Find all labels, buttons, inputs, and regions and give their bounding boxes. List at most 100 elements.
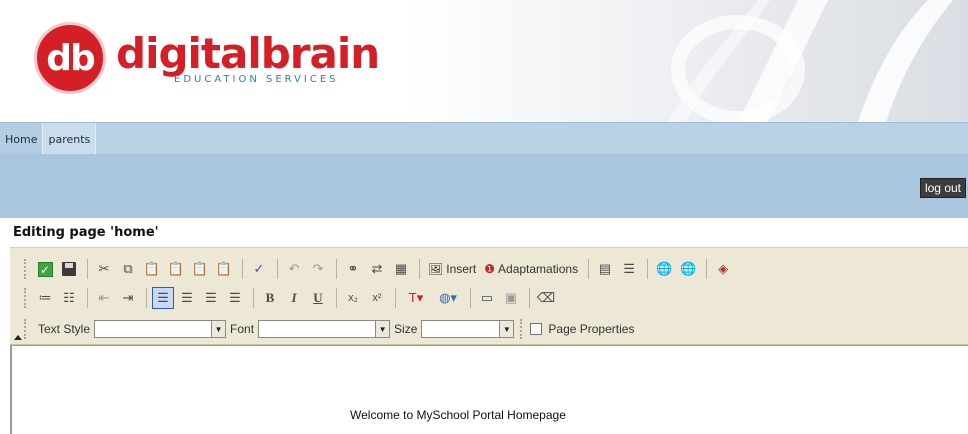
chevron-down-icon[interactable]: ▼ [375, 321, 390, 337]
horizontal-rule-button[interactable]: ☰ [618, 258, 640, 280]
text-style-value [95, 321, 211, 337]
size-label: Size [394, 322, 418, 336]
logo-tagline: EDUCATION SERVICES [174, 73, 339, 85]
spellcheck-icon: ✓ [253, 261, 265, 276]
save-button[interactable] [58, 258, 80, 280]
logout-button[interactable]: log out [919, 178, 966, 198]
editor-content-text[interactable]: Welcome to MySchool Portal Homepage [350, 408, 566, 422]
toolbar-separator [87, 288, 88, 308]
cut-button[interactable]: ✂ [93, 258, 115, 280]
subscript-button[interactable]: x₂ [342, 287, 364, 309]
paste-text-button[interactable]: 📋 [165, 258, 187, 280]
table-button[interactable]: ▤ [594, 258, 616, 280]
toolbar-row-2: ≔ ☷ ⇤ ⇥ ☰ ☰ ☰ ☰ B I U x₂ x² T▾ ◍▾ ▭ ▣ ⌫ [24, 285, 559, 311]
align-left-button[interactable]: ☰ [152, 287, 174, 309]
adaptamations-button[interactable]: ❶ Adaptamations [481, 258, 581, 280]
template-icon: ▣ [504, 290, 518, 305]
editor-content-area[interactable]: Welcome to MySchool Portal Homepage [10, 345, 968, 434]
header: db digitalbrain EDUCATION SERVICES [0, 0, 968, 122]
indent-button[interactable]: ⇥ [117, 287, 139, 309]
bullet-list-icon: ☷ [63, 290, 75, 305]
numbered-list-button[interactable]: ≔ [34, 287, 56, 309]
tab-home[interactable]: Home [0, 123, 44, 155]
spellcheck-button[interactable]: ✓ [248, 258, 270, 280]
font-select[interactable]: ▼ [258, 320, 391, 338]
subscript-icon: x₂ [348, 292, 358, 304]
size-select[interactable]: ▼ [421, 320, 515, 338]
approve-button[interactable]: ✓ [34, 258, 56, 280]
paste-icon: 📋 [143, 261, 161, 276]
underline-label: U [313, 290, 323, 305]
adaptamations-label: Adaptamations [498, 262, 579, 276]
remove-format-button[interactable]: ⌫ [535, 287, 557, 309]
toolbar-separator [419, 259, 420, 279]
chevron-down-icon[interactable]: ▼ [499, 321, 514, 337]
page: db digitalbrain EDUCATION SERVICES Home … [0, 0, 968, 434]
chevron-down-icon[interactable]: ▼ [211, 321, 226, 337]
nav-tabs: Home parents [0, 123, 968, 155]
align-right-button[interactable]: ☰ [200, 287, 222, 309]
check-icon: ✓ [37, 261, 53, 277]
collapse-toolbar-icon[interactable] [14, 334, 22, 340]
paint-bucket-icon: ◍▾ [439, 290, 457, 305]
page-properties-checkbox[interactable] [530, 323, 543, 335]
paste-word-button[interactable]: 📋 [189, 258, 211, 280]
form-icon: ▭ [480, 290, 494, 305]
toolbar-separator [277, 259, 278, 279]
redo-button[interactable]: ↷ [307, 258, 329, 280]
find-button[interactable]: ⚭ [342, 258, 364, 280]
link-button[interactable]: 🌐 [653, 258, 675, 280]
redo-icon: ↷ [312, 261, 324, 276]
paste-special-button[interactable]: 📋 [213, 258, 235, 280]
unlink-button[interactable]: 🌐 [677, 258, 699, 280]
tab-parents[interactable]: parents [43, 123, 97, 155]
paste-text-icon: 📋 [167, 261, 185, 276]
underline-button[interactable]: U [307, 287, 329, 309]
undo-icon: ↶ [288, 261, 300, 276]
template-button[interactable]: ▣ [500, 287, 522, 309]
toolbar-separator [242, 259, 243, 279]
page-properties-label[interactable]: Page Properties [548, 322, 634, 336]
toolbar-separator [253, 288, 254, 308]
eraser-icon: ⌫ [536, 290, 556, 305]
bullet-list-button[interactable]: ☷ [58, 287, 80, 309]
logo-wordmark: digitalbrain EDUCATION SERVICES [116, 31, 380, 85]
superscript-button[interactable]: x² [366, 287, 388, 309]
bold-label: B [265, 290, 275, 305]
replace-button[interactable]: ⇄ [366, 258, 388, 280]
toolbar-grip [24, 259, 28, 279]
outdent-button[interactable]: ⇤ [93, 287, 115, 309]
align-center-button[interactable]: ☰ [176, 287, 198, 309]
nav-bar: Home parents [0, 122, 968, 155]
text-style-select[interactable]: ▼ [94, 320, 227, 338]
object-button[interactable]: ◈ [712, 258, 734, 280]
select-all-button[interactable]: ▦ [390, 258, 412, 280]
outdent-icon: ⇤ [98, 290, 110, 305]
align-left-icon: ☰ [157, 290, 169, 305]
text-color-button[interactable]: T▾ [401, 287, 431, 309]
toolbar-separator [470, 288, 471, 308]
toolbar-row-3: Text Style ▼ Font ▼ Size ▼ Page Properti… [24, 316, 638, 342]
align-right-icon: ☰ [205, 290, 217, 305]
toolbar-grip [24, 319, 28, 339]
insert-button[interactable]: 🖼 Insert [425, 258, 479, 280]
binoculars-icon: ⚭ [347, 261, 359, 276]
logo[interactable]: db digitalbrain EDUCATION SERVICES [34, 22, 380, 94]
form-button[interactable]: ▭ [476, 287, 498, 309]
italic-button[interactable]: I [283, 287, 305, 309]
background-color-button[interactable]: ◍▾ [433, 287, 463, 309]
align-justify-button[interactable]: ☰ [224, 287, 246, 309]
bold-button[interactable]: B [259, 287, 281, 309]
cube-icon: ◈ [718, 261, 729, 276]
toolbar-row-1: ✓ ✂ ⧉ 📋 📋 📋 📋 ✓ ↶ ↷ ⚭ ⇄ ▦ 🖼 Insert ❶ Adapt… [24, 256, 736, 282]
copy-button[interactable]: ⧉ [117, 258, 139, 280]
horizontal-rule-icon: ☰ [623, 261, 635, 276]
undo-button[interactable]: ↶ [283, 258, 305, 280]
save-icon [62, 262, 76, 276]
paste-button[interactable]: 📋 [141, 258, 163, 280]
size-value [422, 321, 499, 337]
logo-initials: db [46, 37, 96, 79]
paste-word-icon: 📋 [191, 261, 209, 276]
copy-icon: ⧉ [123, 261, 133, 276]
toolbar-separator [706, 259, 708, 279]
